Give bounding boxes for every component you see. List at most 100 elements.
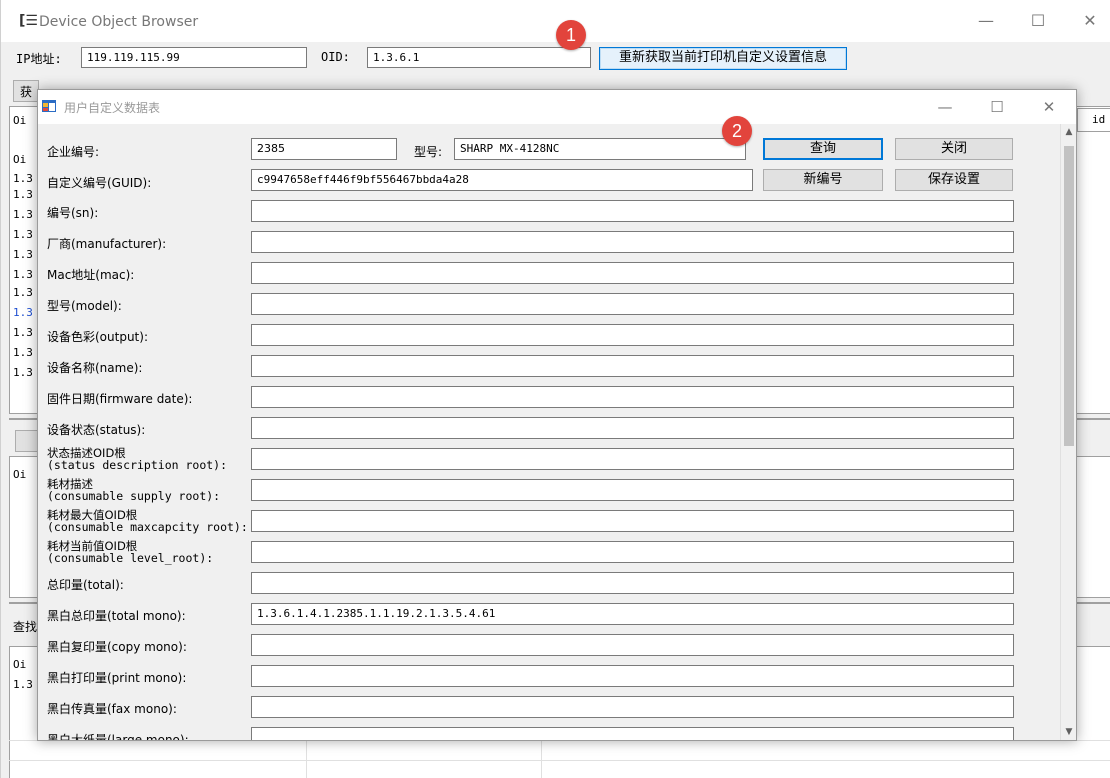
close-icon[interactable]: ✕ <box>1075 10 1105 32</box>
oid-input[interactable]: 1.3.6.1 <box>367 47 591 68</box>
query-label: 查找 <box>13 620 38 634</box>
field-input[interactable] <box>251 479 1014 501</box>
field-label-line1: 厂商(manufacturer): <box>47 237 167 251</box>
field-input[interactable] <box>251 231 1014 253</box>
field-input[interactable] <box>251 262 1014 284</box>
enterprise-input[interactable]: 2385 <box>251 138 397 160</box>
field-label: 设备状态(status): <box>47 423 145 437</box>
field-label: 型号(model): <box>47 299 122 313</box>
background-row: 1.3 <box>13 208 33 221</box>
field-label-line1: 黑白大纸量(large mono): <box>47 733 189 741</box>
enterprise-label: 企业编号: <box>47 145 100 159</box>
field-label: 耗材描述 (consumable supply root): <box>47 478 220 502</box>
field-input[interactable] <box>251 510 1014 532</box>
grid-line-4 <box>9 760 1110 761</box>
app-icon: [☰ <box>19 13 38 29</box>
field-input[interactable] <box>251 324 1014 346</box>
get-button[interactable]: 获 <box>13 80 39 102</box>
background-row: 1.3 <box>13 248 33 261</box>
user-data-table-dialog: 用户自定义数据表 — ☐ ✕ 企业编号: 2385 型号: SHARP MX-4… <box>37 89 1077 741</box>
id-column-header: id <box>1092 113 1106 126</box>
field-label-line1: 设备状态(status): <box>47 423 146 437</box>
field-label-line1: 编号(sn): <box>47 206 99 220</box>
field-input[interactable] <box>251 665 1014 687</box>
field-input[interactable] <box>251 634 1014 656</box>
query-button[interactable]: 查询 <box>763 138 883 160</box>
field-label: 黑白复印量(copy mono): <box>47 640 187 654</box>
oid-row-header: Oi <box>13 153 27 166</box>
save-settings-button[interactable]: 保存设置 <box>895 169 1013 191</box>
dialog-form: 企业编号: 2385 型号: SHARP MX-4128NC 查询 关闭 自定义… <box>38 124 1062 740</box>
field-input[interactable]: 1.3.6.1.4.1.2385.1.1.19.2.1.3.5.4.61 <box>251 603 1014 625</box>
field-label: 黑白总印量(total mono): <box>47 609 186 623</box>
field-input[interactable] <box>251 355 1014 377</box>
field-label-line1: 黑白传真量(fax mono): <box>47 702 177 716</box>
field-label: 设备名称(name): <box>47 361 142 375</box>
field-input[interactable] <box>251 727 1014 740</box>
field-input[interactable] <box>251 448 1014 470</box>
field-label: Mac地址(mac): <box>47 268 134 282</box>
field-input[interactable] <box>251 541 1014 563</box>
model-input-top[interactable]: SHARP MX-4128NC <box>454 138 746 160</box>
field-label-line1: 黑白打印量(print mono): <box>47 671 187 685</box>
model-label-top: 型号: <box>414 145 443 159</box>
minimize-icon[interactable]: — <box>971 10 1001 32</box>
dialog-titlebar: 用户自定义数据表 — ☐ ✕ <box>38 90 1076 124</box>
field-input[interactable] <box>251 696 1014 718</box>
field-label-line1: 黑白复印量(copy mono): <box>47 640 187 654</box>
field-label-line2: (status description root): <box>47 458 228 472</box>
address-toolbar: IP地址: 119.119.115.99 OID: 1.3.6.1 重新获取当前… <box>1 44 1110 74</box>
callout-badge-2: 2 <box>722 116 752 146</box>
scroll-down-icon[interactable]: ▼ <box>1061 724 1076 740</box>
background-row: 1.3 <box>13 366 33 379</box>
background-row: 1.3 <box>13 172 33 185</box>
field-label-line2: (consumable level_root): <box>47 551 214 565</box>
dialog-close-icon[interactable]: ✕ <box>1034 96 1064 118</box>
field-input[interactable] <box>251 572 1014 594</box>
background-row: 1.3 <box>13 286 33 299</box>
field-label: 黑白打印量(print mono): <box>47 671 186 685</box>
refetch-settings-button[interactable]: 重新获取当前打印机自定义设置信息 <box>599 47 847 70</box>
oid-label: OID: <box>321 50 350 64</box>
dialog-title: 用户自定义数据表 <box>64 101 161 115</box>
field-label: 编号(sn): <box>47 206 98 220</box>
guid-input[interactable]: c9947658eff446f9bf556467bbda4a28 <box>251 169 753 191</box>
field-label-line1: 设备色彩(output): <box>47 330 148 344</box>
dialog-maximize-icon[interactable]: ☐ <box>982 96 1012 118</box>
background-row: 1.3 <box>13 326 33 339</box>
dialog-vertical-scrollbar[interactable]: ▲ ▼ <box>1060 124 1076 740</box>
oid-column-header: Oi <box>13 114 27 127</box>
id-column-header-cell: id <box>1077 108 1110 132</box>
close-button[interactable]: 关闭 <box>895 138 1013 160</box>
new-id-button[interactable]: 新编号 <box>763 169 883 191</box>
field-label: 设备色彩(output): <box>47 330 148 344</box>
bottom-row: 1.3 <box>13 678 33 691</box>
field-label-line1: 总印量(total): <box>47 578 124 592</box>
field-input[interactable] <box>251 293 1014 315</box>
field-label: 黑白传真量(fax mono): <box>47 702 177 716</box>
scroll-thumb[interactable] <box>1064 146 1074 446</box>
main-window-title: Device Object Browser <box>39 14 199 30</box>
dialog-minimize-icon[interactable]: — <box>930 96 960 118</box>
field-label: 总印量(total): <box>47 578 124 592</box>
oid-mid-header: Oi <box>13 468 27 481</box>
field-input[interactable] <box>251 417 1014 439</box>
field-label: 耗材当前值OID根 (consumable level_root): <box>47 540 213 564</box>
ip-label: IP地址: <box>16 52 62 66</box>
maximize-icon[interactable]: ☐ <box>1023 10 1053 32</box>
background-row: 1.3 <box>13 228 33 241</box>
field-input[interactable] <box>251 386 1014 408</box>
field-label-line1: 固件日期(firmware date): <box>47 392 193 406</box>
scroll-up-icon[interactable]: ▲ <box>1061 124 1076 140</box>
background-row: 1.3 <box>13 346 33 359</box>
field-input[interactable] <box>251 200 1014 222</box>
field-label-line2: (consumable supply root): <box>47 489 221 503</box>
field-label-line1: Mac地址(mac): <box>47 268 135 282</box>
guid-label: 自定义编号(GUID): <box>47 176 152 190</box>
background-row: 1.3 <box>13 306 33 319</box>
background-row: 1.3 <box>13 268 33 281</box>
callout-badge-1: 1 <box>556 20 586 50</box>
background-row: 1.3 <box>13 188 33 201</box>
ip-input[interactable]: 119.119.115.99 <box>81 47 307 68</box>
oid-bottom-header: Oi <box>13 658 27 671</box>
